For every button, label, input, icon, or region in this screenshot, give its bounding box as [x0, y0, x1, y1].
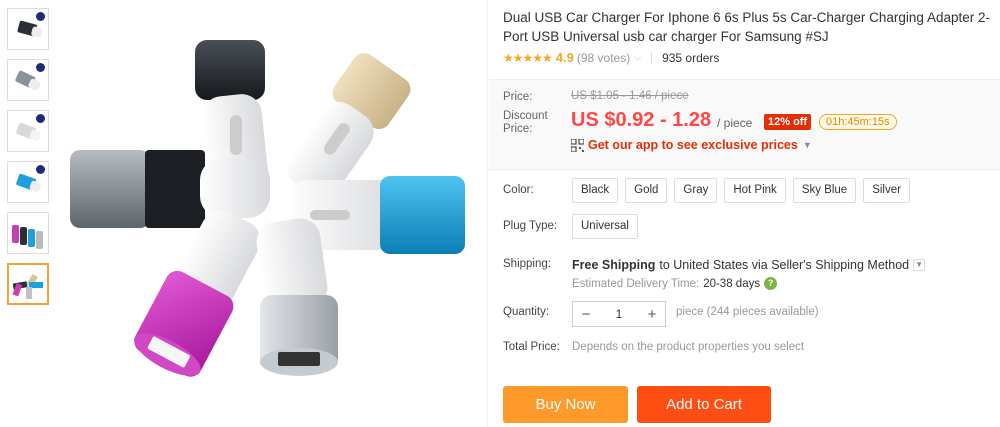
color-label: Color:	[503, 184, 534, 196]
star-rating-icon: ★★★★★	[503, 50, 553, 65]
charger-thumb-image	[12, 225, 43, 249]
thumbnail-badge	[36, 12, 45, 21]
thumbnail-badge	[36, 165, 45, 174]
orders-count: 935 orders	[662, 50, 720, 65]
color-option-black[interactable]: Black	[572, 178, 619, 203]
color-option-silver[interactable]: Silver	[863, 178, 910, 203]
delivery-days: 20-38 days	[703, 277, 761, 290]
quantity-increase-button[interactable]: +	[639, 306, 665, 323]
free-shipping-text: Free Shipping	[572, 258, 656, 272]
rating-row: ★★★★★ 4.9 (98 votes) ⌵ 935 orders	[503, 50, 719, 65]
discount-label-line1: Discount	[503, 110, 548, 122]
thumbnail-strip	[7, 8, 51, 314]
buy-now-button[interactable]: Buy Now	[503, 386, 628, 423]
chevron-down-icon[interactable]: ▼	[913, 259, 926, 271]
shipping-method[interactable]: Free Shipping to United States via Selle…	[572, 258, 926, 272]
countdown-timer: 01h:45m:15s	[819, 114, 897, 130]
panel-divider	[487, 0, 488, 427]
plug-option-universal[interactable]: Universal	[572, 214, 638, 239]
thumbnail-badge	[36, 63, 45, 72]
color-option-gold[interactable]: Gold	[625, 178, 668, 203]
votes-link[interactable]: (98 votes)	[577, 51, 630, 65]
charger-gray	[70, 150, 270, 228]
add-to-cart-button[interactable]: Add to Cart	[637, 386, 771, 423]
plug-type-options: Universal	[572, 214, 638, 239]
divider	[651, 51, 653, 64]
delivery-estimate: Estimated Delivery Time: 20-38 days ?	[572, 277, 778, 290]
app-promo-link[interactable]: Get our app to see exclusive prices ▼	[571, 138, 812, 152]
thumbnail-badge	[36, 114, 45, 123]
thumbnail-gray[interactable]	[7, 59, 49, 101]
thumbnail-white[interactable]	[7, 110, 49, 152]
shipping-label: Shipping:	[503, 258, 551, 270]
quantity-input[interactable]: 1	[599, 307, 639, 321]
price-label: Price:	[503, 91, 533, 103]
chevron-down-icon[interactable]: ⌵	[634, 52, 641, 63]
original-price: US $1.05 - 1.46 / piece	[571, 90, 689, 102]
quantity-label: Quantity:	[503, 306, 550, 318]
product-main-image	[70, 40, 465, 377]
color-option-hot-pink[interactable]: Hot Pink	[724, 178, 786, 203]
thumbnail-group[interactable]	[7, 212, 49, 254]
price-block: Price: US $1.05 - 1.46 / piece Discount …	[489, 79, 1000, 170]
rating-value: 4.9	[555, 50, 574, 65]
quantity-availability: piece (244 pieces available)	[676, 306, 819, 318]
charger-thumb-image	[12, 273, 43, 299]
thumbnail-blue[interactable]	[7, 161, 49, 203]
app-promo-text: Get our app to see exclusive prices	[588, 138, 798, 152]
discount-label-line2: Price:	[503, 123, 533, 135]
color-option-gray[interactable]: Gray	[674, 178, 718, 203]
color-options: Black Gold Gray Hot Pink Sky Blue Silver	[572, 178, 910, 203]
shipping-destination: to United States via Seller's Shipping M…	[659, 258, 910, 272]
product-title: Dual USB Car Charger For Iphone 6 6s Plu…	[503, 10, 990, 44]
price-unit: / piece	[717, 116, 753, 130]
product-page: Dual USB Car Charger For Iphone 6 6s Plu…	[0, 0, 1000, 427]
quantity-stepper: − 1 +	[572, 301, 666, 327]
discount-badge: 12% off	[764, 114, 812, 130]
delivery-estimate-label: Estimated Delivery Time:	[572, 277, 700, 290]
total-price-note: Depends on the product properties you se…	[572, 341, 805, 353]
thumbnail-set[interactable]	[7, 263, 49, 305]
thumbnail-black[interactable]	[7, 8, 49, 50]
qr-code-icon	[571, 138, 584, 152]
plug-type-label: Plug Type:	[503, 220, 558, 232]
discount-price: US $0.92 - 1.28	[571, 109, 712, 131]
total-price-label: Total Price:	[503, 341, 560, 353]
color-option-sky-blue[interactable]: Sky Blue	[792, 178, 857, 203]
help-icon[interactable]: ?	[764, 277, 778, 290]
quantity-decrease-button[interactable]: −	[573, 306, 599, 323]
caret-down-icon: ▼	[802, 140, 812, 150]
